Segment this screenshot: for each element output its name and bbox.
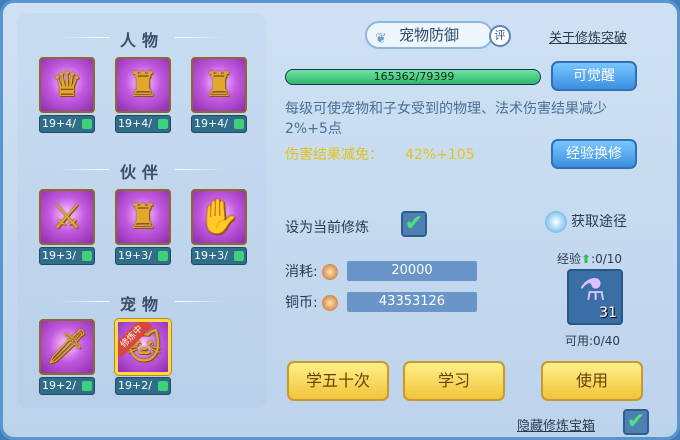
effect-summary: 伤害结果减免： 42%+105: [285, 147, 475, 163]
exchange-exp-button[interactable]: 经验换修: [551, 139, 637, 169]
cost-label: 消耗:: [285, 261, 338, 281]
skill-list-panel: 人物 ♛ 19+4/ ♜ 19+4/ ♜ 19+4/ 伙伴 ⚔ 19+3/ ♜ …: [17, 13, 267, 408]
review-badge[interactable]: 评: [489, 25, 511, 47]
usable-count: 可用:0/40: [565, 334, 620, 348]
skill-character-2[interactable]: ♜ 19+4/: [115, 57, 171, 135]
armor-icon: ♜: [115, 57, 171, 113]
coin-icon: [321, 264, 338, 280]
learn-button[interactable]: 学习: [403, 361, 505, 401]
detail-panel: ❦ 宠物防御 评 关于修炼突破 165362/79399 可觉醒 每级可使宠物和…: [279, 13, 671, 435]
hide-chest-label: 隐藏修炼宝箱: [517, 419, 596, 434]
warrior-helmet-icon: ♛: [39, 57, 95, 113]
set-current-checkbox[interactable]: ✔: [401, 211, 427, 237]
potion-icon: ⚗: [579, 273, 606, 308]
claw-lion-icon: ✋: [191, 189, 247, 245]
skill-pet-1[interactable]: 🗡 19+2/: [39, 319, 95, 397]
section-title-pet: 宠物: [17, 291, 267, 315]
cost-value: 20000: [347, 261, 477, 281]
section-title-partner: 伙伴: [17, 159, 267, 183]
hide-chest-checkbox[interactable]: ✔: [623, 409, 649, 435]
get-path-link[interactable]: 获取途径: [545, 211, 627, 233]
coin-icon: [321, 295, 338, 311]
use-button[interactable]: 使用: [541, 361, 643, 401]
skill-pet-2[interactable]: 🐱 修炼中 19+2/: [115, 319, 171, 397]
progress-bar: 165362/79399: [285, 69, 541, 85]
skill-partner-1[interactable]: ⚔ 19+3/: [39, 189, 95, 267]
awaken-button[interactable]: 可觉醒: [551, 61, 637, 91]
about-breakthrough-link[interactable]: 关于修炼突破: [549, 27, 627, 46]
copper-value: 43353126: [347, 292, 477, 312]
effect-description: 每级可使宠物和子女受到的物理、法术伤害结果减少2%+5点: [285, 101, 607, 137]
training-window: 人物 ♛ 19+4/ ♜ 19+4/ ♜ 19+4/ 伙伴 ⚔ 19+3/ ♜ …: [0, 0, 680, 440]
sword-cat-icon: 🗡: [39, 319, 95, 375]
item-count: 31: [599, 305, 617, 321]
armor-lion-icon: ♜: [115, 189, 171, 245]
set-current-label: 设为当前修炼: [285, 220, 369, 236]
exp-label: 经验⬆:0/10: [557, 252, 623, 266]
swirl-icon: ❦: [375, 31, 387, 47]
skill-level: 19+4/: [191, 115, 247, 133]
copper-label: 铜币:: [285, 292, 338, 312]
skill-partner-3[interactable]: ✋ 19+3/: [191, 189, 247, 267]
learn-fifty-button[interactable]: 学五十次: [287, 361, 389, 401]
sword-lion-icon: ⚔: [39, 189, 95, 245]
skill-level: 19+3/: [191, 247, 247, 265]
progress-text: 165362/79399: [373, 70, 455, 83]
cat-icon: 🐱 修炼中: [115, 319, 171, 375]
skill-character-3[interactable]: ♜ 19+4/: [191, 57, 247, 135]
skill-level: 19+2/: [39, 377, 95, 395]
armor-icon: ♜: [191, 57, 247, 113]
section-title-character: 人物: [17, 27, 267, 51]
skill-level: 19+4/: [115, 115, 171, 133]
skill-partner-2[interactable]: ♜ 19+3/: [115, 189, 171, 267]
skill-title: ❦ 宠物防御: [365, 21, 493, 49]
arrow-up-icon: ⬆: [581, 252, 592, 266]
skill-character-1[interactable]: ♛ 19+4/: [39, 57, 95, 135]
exp-item-slot[interactable]: ⚗ 31: [567, 269, 623, 325]
skill-level: 19+4/: [39, 115, 95, 133]
skill-level: 19+3/: [39, 247, 95, 265]
gem-icon: [545, 211, 567, 233]
skill-level: 19+3/: [115, 247, 171, 265]
skill-level: 19+2/: [115, 377, 171, 395]
